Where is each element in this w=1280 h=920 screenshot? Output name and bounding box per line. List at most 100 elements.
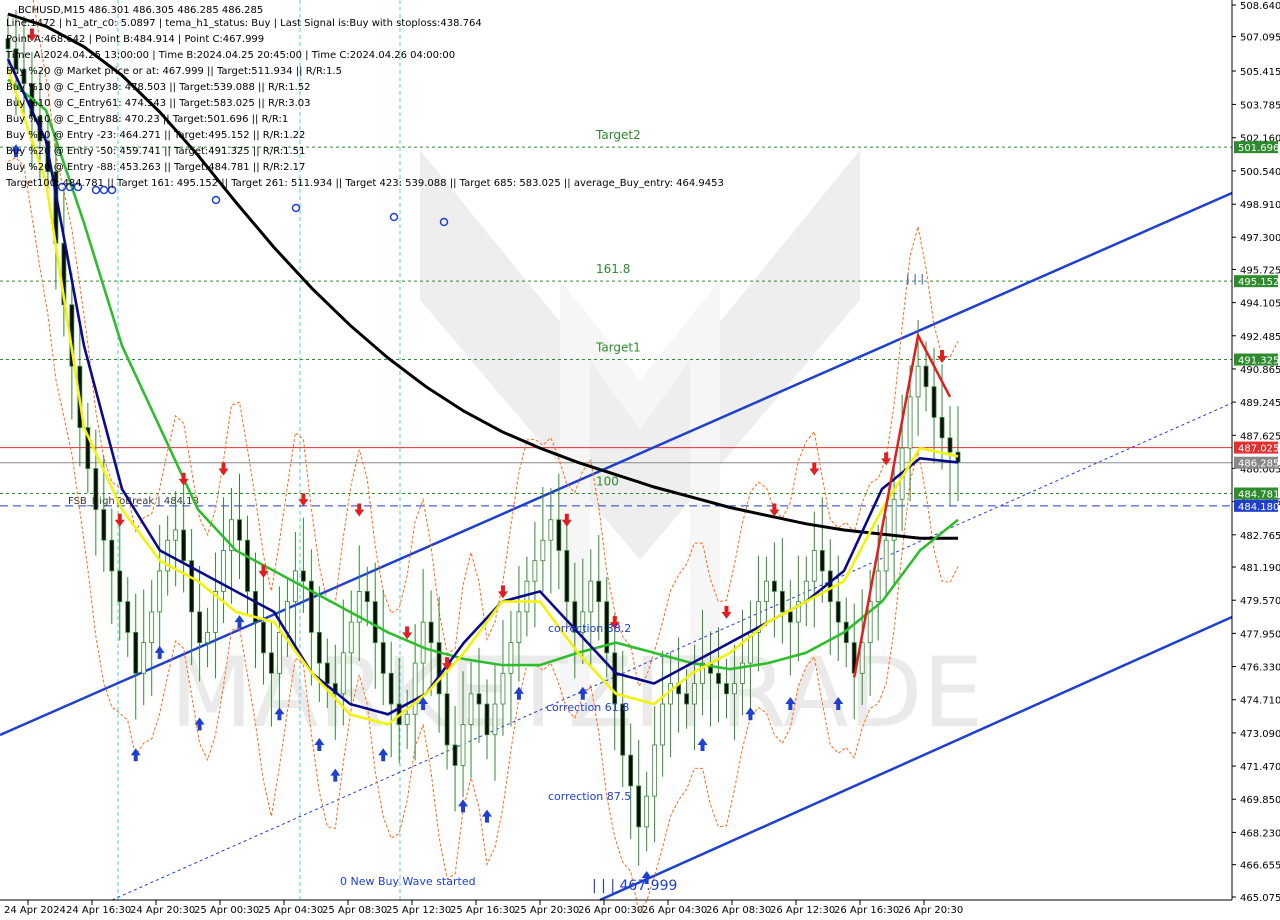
candle-body — [540, 539, 546, 562]
candle-body — [141, 642, 147, 674]
candle-body — [93, 468, 99, 510]
symbol-line: BCHUSD,M15 486.301 486.305 486.285 486.2… — [18, 5, 263, 16]
candle-body — [947, 437, 953, 453]
price-badge-label: 501.696 — [1238, 143, 1279, 154]
chart-annotation: | | | — [906, 272, 924, 285]
info-line: Point A:468.642 | Point B:484.914 | Poin… — [6, 34, 264, 45]
candle-body — [269, 652, 274, 674]
price-chart: MARKETZITRADE Target2161.8Target1100FSB_… — [0, 0, 1280, 916]
candle-body — [819, 550, 825, 572]
x-axis-ticks: 24 Apr 2024 24 Apr 16:3024 Apr 20:3025 Ap… — [4, 900, 963, 916]
candle-body — [460, 724, 466, 766]
x-tick-label: 24 Apr 16:30 — [66, 905, 131, 916]
y-tick-label: 474.710 — [1240, 696, 1280, 707]
candle-body — [827, 570, 833, 603]
candle-body — [724, 683, 729, 695]
info-line: Buy %20 @ Entry -88: 453.263 || Target:4… — [6, 162, 305, 173]
candle-body — [468, 693, 474, 725]
candle-body — [787, 611, 793, 623]
candle-body — [660, 703, 666, 746]
candle-body — [452, 744, 458, 766]
chart-annotation: correction 38.2 — [548, 622, 631, 635]
candle-body — [732, 683, 737, 695]
chart-annotation: 0 New Buy Wave started — [340, 875, 476, 888]
x-tick-label: 25 Apr 16:30 — [450, 905, 515, 916]
candle-body — [420, 621, 426, 664]
candle-body — [277, 631, 282, 674]
x-tick-label: 26 Apr 04:30 — [642, 905, 707, 916]
candle-body — [117, 570, 123, 603]
candle-body — [588, 580, 594, 613]
candle-body — [316, 631, 322, 664]
candle-body — [875, 570, 881, 603]
y-tick-label: 498.910 — [1240, 200, 1280, 211]
y-tick-label: 473.090 — [1240, 729, 1280, 740]
candle-body — [771, 580, 777, 592]
candle-body — [197, 611, 202, 643]
candle-body — [173, 529, 179, 541]
candle-body — [652, 744, 658, 797]
candle-body — [516, 611, 522, 643]
candle-body — [692, 683, 697, 705]
candle-body — [444, 693, 450, 746]
candle-body — [939, 416, 945, 439]
y-tick-label: 500.540 — [1240, 167, 1280, 178]
y-tick-label: 489.245 — [1240, 398, 1280, 409]
candle-body — [125, 601, 131, 633]
y-tick-label: 466.655 — [1240, 861, 1280, 872]
price-badge-label: 484.781 — [1238, 490, 1279, 501]
y-tick-label: 482.765 — [1240, 531, 1280, 542]
y-tick-label: 479.570 — [1240, 596, 1280, 607]
candle-body — [348, 621, 354, 654]
x-tick-label: 26 Apr 00:30 — [578, 905, 643, 916]
candle-body — [157, 570, 163, 613]
info-line: Buy %10 @ C_Entry38: 478.503 || Target:5… — [6, 82, 311, 93]
y-tick-label: 492.485 — [1240, 332, 1280, 343]
x-tick-label: 25 Apr 04:30 — [258, 905, 323, 916]
y-tick-label: 476.330 — [1240, 663, 1280, 674]
level-label: Target2 — [595, 128, 641, 142]
candle-body — [915, 365, 921, 398]
candle-body — [564, 550, 570, 603]
candle-body — [644, 795, 650, 828]
price-badge-label: 495.152 — [1238, 277, 1279, 288]
y-tick-label: 494.105 — [1240, 299, 1280, 310]
candle-body — [380, 642, 386, 674]
x-tick-label: 25 Apr 00:30 — [194, 905, 259, 916]
x-tick-label: 25 Apr 20:30 — [514, 905, 579, 916]
candle-body — [364, 591, 370, 603]
info-line: Line:1472 | h1_atr_c0: 5.0897 | tema_h1_… — [6, 18, 482, 29]
y-tick-label: 468.230 — [1240, 828, 1280, 839]
chart-annotation: | | | 467.999 — [592, 878, 677, 894]
candle-body — [548, 519, 554, 541]
x-tick-label: 25 Apr 08:30 — [322, 905, 387, 916]
info-line: Buy %10 @ C_Entry61: 474.543 || Target:5… — [6, 98, 311, 109]
candle-body — [931, 386, 937, 418]
x-tick-label: 24 Apr 20:30 — [130, 905, 195, 916]
candle-body — [484, 703, 490, 736]
info-line: Target100: 484.781 || Target 161: 495.15… — [5, 178, 724, 189]
candle-body — [205, 631, 210, 643]
y-tick-label: 505.415 — [1240, 67, 1280, 78]
price-badges: 501.696 495.152 491.325 487.025 486.285 484.7… — [1234, 141, 1279, 513]
candle-body — [181, 529, 187, 562]
candle-body — [764, 580, 769, 603]
x-tick-label: 26 Apr 16:30 — [834, 905, 899, 916]
level-label: 100 — [596, 475, 619, 489]
candle-body — [508, 642, 514, 674]
candle-body — [867, 601, 873, 643]
candle-body — [404, 713, 410, 725]
y-tick-label: 508.640 — [1240, 1, 1280, 12]
x-tick-label: 26 Apr 08:30 — [706, 905, 771, 916]
x-tick-label: 24 Apr 2024 — [4, 905, 66, 916]
candle-body — [412, 662, 418, 715]
candle-body — [923, 365, 929, 388]
y-tick-label: 495.725 — [1240, 265, 1280, 276]
candle-body — [476, 693, 482, 705]
price-badge-label: 487.025 — [1238, 444, 1279, 455]
candle-body — [149, 611, 155, 643]
price-badge-label: 484.180 — [1238, 502, 1279, 513]
candle-body — [668, 683, 674, 705]
y-tick-label: 487.625 — [1240, 431, 1280, 442]
candle-body — [500, 672, 506, 705]
